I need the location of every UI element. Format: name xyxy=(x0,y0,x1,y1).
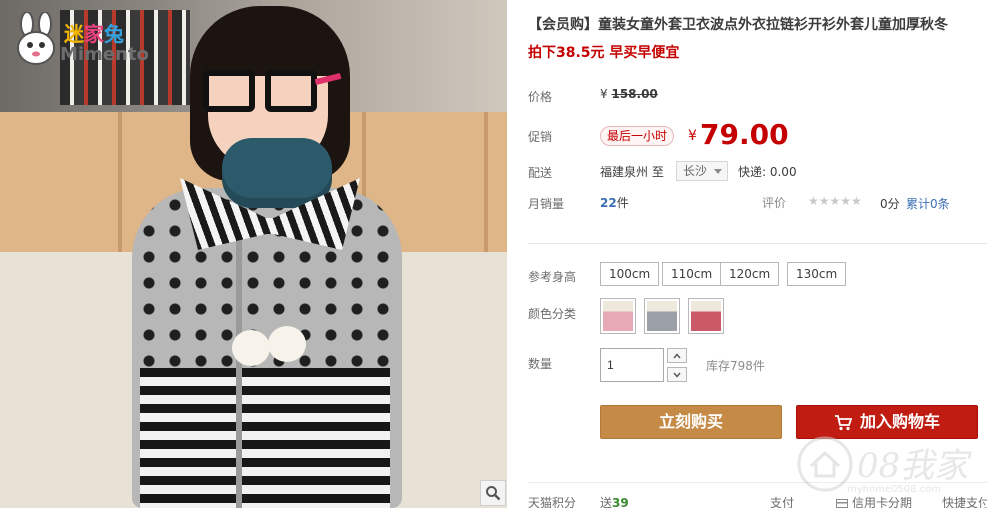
watermark-url: myhome0508.com xyxy=(847,484,941,495)
review-count-link[interactable]: 累计0条 xyxy=(906,195,950,212)
glasses xyxy=(203,70,342,116)
logo-sub-text: Mimento xyxy=(60,44,149,65)
glasses-lens-right xyxy=(265,70,317,112)
promo-price-label: 促销 xyxy=(528,130,553,144)
monthly-sales-label: 月销量 xyxy=(528,197,565,211)
rating-label: 评价 xyxy=(762,196,787,210)
shipping-label: 配送 xyxy=(528,166,553,180)
destination-select[interactable]: 长沙 xyxy=(676,161,729,181)
magnifier-icon xyxy=(486,486,501,501)
quantity-input[interactable] xyxy=(600,348,664,382)
quantity-decrease-button[interactable] xyxy=(667,367,687,382)
logo-char-1: 迷 xyxy=(64,22,84,46)
logo-char-3: 兔 xyxy=(104,22,124,46)
points-value: 39 xyxy=(612,496,629,508)
color-thumb-pink xyxy=(603,301,633,331)
buy-now-label: 立刻购买 xyxy=(658,412,723,431)
watermark-text: 08我家 xyxy=(857,446,969,486)
currency-symbol: ¥ xyxy=(600,87,608,101)
destination-value: 长沙 xyxy=(683,164,708,178)
size-option-130[interactable]: 130cm xyxy=(787,262,847,286)
monthly-sales-unit: 件 xyxy=(616,196,629,210)
product-info-panel: 【会员购】童装女童外套卫衣波点外衣拉链衫开衫外套儿童加厚秋冬 拍下38.5元 早… xyxy=(507,0,987,508)
color-option-red[interactable] xyxy=(688,298,724,334)
cart-icon xyxy=(834,414,852,430)
size-option-110[interactable]: 110cm xyxy=(662,262,722,286)
site-watermark: 08我家 myhome0508.com xyxy=(797,432,987,508)
monthly-sales: 22件 xyxy=(600,194,629,211)
divider xyxy=(528,243,987,244)
original-price: ¥ 158.00 xyxy=(600,87,658,101)
jacket-zipper xyxy=(236,240,242,508)
buy-now-button[interactable]: 立刻购买 xyxy=(600,405,782,439)
logo-char-2: 家 xyxy=(84,22,104,46)
color-label: 颜色分类 xyxy=(528,307,577,321)
add-to-cart-label: 加入购物车 xyxy=(859,412,940,431)
height-label: 参考身高 xyxy=(528,270,577,284)
chevron-up-icon xyxy=(673,352,681,358)
rating-score: 0分 xyxy=(880,197,900,211)
color-option-grey[interactable] xyxy=(644,298,680,334)
size-option-100[interactable]: 100cm xyxy=(600,262,660,286)
glasses-lens-left xyxy=(203,70,255,112)
bunny-logo-icon xyxy=(17,12,55,65)
tmall-points-label: 天猫积分 xyxy=(528,496,577,508)
original-price-value: 158.00 xyxy=(611,87,658,101)
quantity-increase-button[interactable] xyxy=(667,348,687,363)
tmall-points: 送39 xyxy=(600,494,629,508)
last-hour-badge: 最后一小时 xyxy=(600,126,675,146)
logo-wordmark: 迷家兔 xyxy=(64,18,124,47)
brand-logo: 迷家兔 Mimento xyxy=(14,12,149,68)
shipping-origin: 福建泉州 至 xyxy=(600,165,664,179)
price-label: 价格 xyxy=(528,90,553,104)
points-prefix: 送 xyxy=(600,496,613,508)
shipping-fee: 快递: 0.00 xyxy=(738,165,797,179)
caret-down-icon xyxy=(714,169,723,174)
monthly-sales-count: 22 xyxy=(600,196,617,210)
color-thumb-red xyxy=(691,301,721,331)
jacket-stripes xyxy=(140,368,390,508)
color-option-pink[interactable] xyxy=(600,298,636,334)
size-option-120[interactable]: 120cm xyxy=(720,262,780,286)
house-watermark-icon xyxy=(797,436,853,492)
color-thumb-grey xyxy=(647,301,677,331)
quantity-label: 数量 xyxy=(528,357,553,371)
bangs xyxy=(205,28,333,76)
pompom-right xyxy=(268,326,306,362)
product-main-image[interactable]: 迷家兔 Mimento xyxy=(0,0,507,508)
promo-text: 拍下38.5元 早买早便宜 xyxy=(528,45,680,61)
promo-currency-symbol: ¥ xyxy=(688,128,697,144)
stock-count: 库存798件 xyxy=(706,359,765,373)
zoom-button[interactable] xyxy=(480,480,506,506)
scarf xyxy=(222,138,332,208)
rating-stars-icon: ★★★★★ xyxy=(808,194,862,208)
product-title: 【会员购】童装女童外套卫衣波点外衣拉链衫开衫外套儿童加厚秋冬 xyxy=(528,17,948,33)
chevron-down-icon xyxy=(673,372,681,378)
promo-price-value: 79.00 xyxy=(700,118,789,151)
pompom-left xyxy=(232,330,270,366)
payment-label: 支付 xyxy=(770,496,795,508)
